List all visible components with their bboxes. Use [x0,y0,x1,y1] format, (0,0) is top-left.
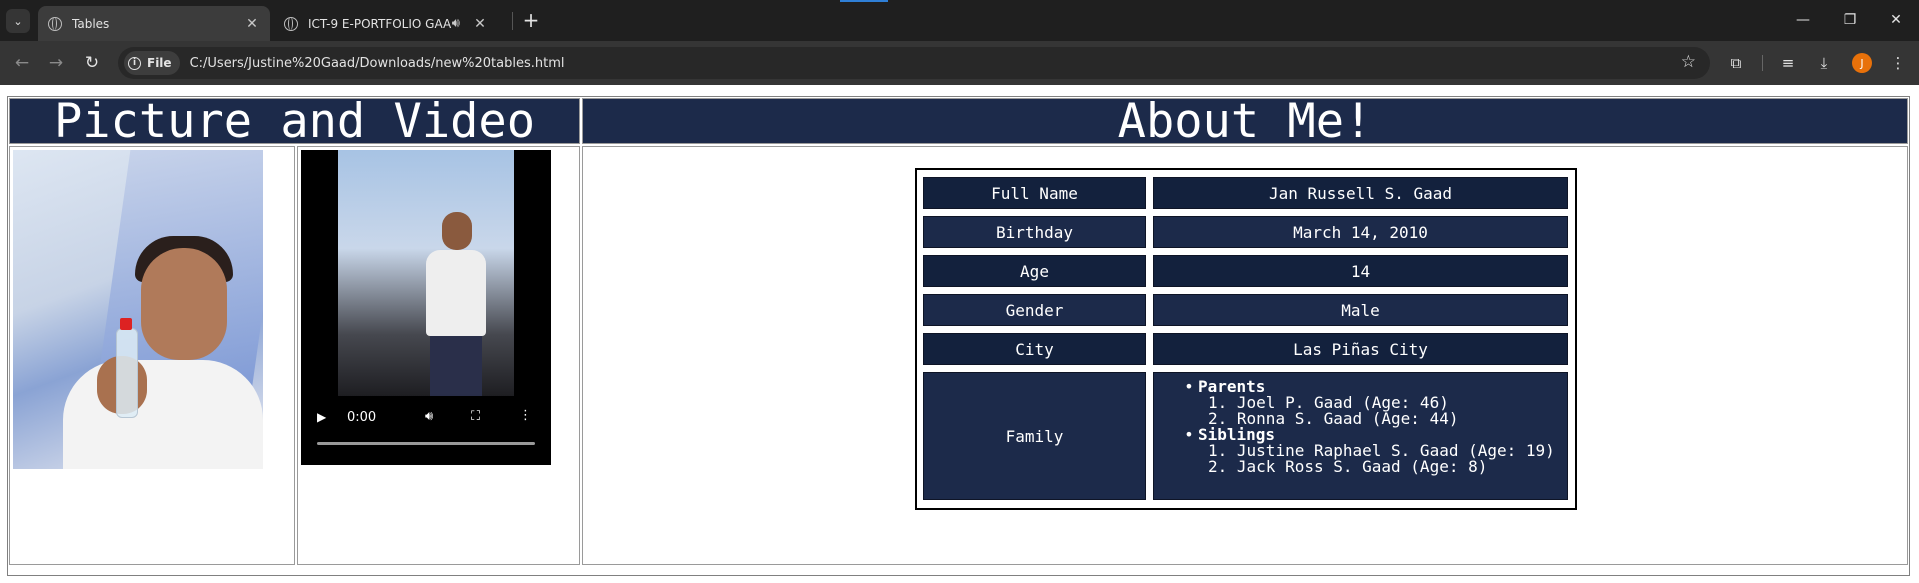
family-list: • Parents 1. Joel P. Gaad (Age: 46) 2. Ro… [1180,379,1555,475]
label-full-name: Full Name [923,177,1146,209]
value-gender: Male [1153,294,1568,326]
download-icon[interactable]: ⤓ [1812,51,1836,75]
tab-tables[interactable]: Tables ✕ [38,6,270,41]
picture-cell [9,146,295,565]
play-icon[interactable]: ▶ [317,410,326,424]
speaker-icon[interactable]: 🔊︎ [452,16,460,31]
reload-button[interactable]: ↻ [80,51,104,75]
address-bar[interactable]: i File C:/Users/Justine%20Gaad/Downloads… [118,47,1710,79]
globe-icon [48,16,62,31]
label-age: Age [923,255,1146,287]
info-icon: i [128,56,141,70]
forward-button[interactable]: → [44,51,68,75]
video-frame [338,150,514,396]
browser-toolbar: ← → ↻ i File C:/Users/Justine%20Gaad/Dow… [0,41,1919,85]
fullscreen-icon[interactable]: ⛶ [471,409,480,424]
site-info-chip[interactable]: i File [124,51,180,75]
bookmark-star-icon[interactable]: ☆ [1681,52,1696,72]
restore-button[interactable]: ❐ [1830,8,1870,32]
video-menu-icon[interactable]: ⋮ [519,408,532,423]
header-picture-video: Picture and Video [9,94,580,149]
media-control-icon[interactable]: ≡ [1776,51,1800,75]
video-progress-bar[interactable] [317,442,535,445]
menu-icon[interactable]: ⋮ [1886,51,1910,75]
video-cell: ▶ 0:00 🔊︎ ⛶ ⋮ [297,146,580,565]
video-time: 0:00 [347,410,377,425]
volume-icon[interactable]: 🔊︎ [425,409,433,424]
globe-icon [284,16,298,31]
page-content: Picture and Video About Me! ▶ 0:00 🔊︎ ⛶ … [0,85,1919,583]
new-tab-button[interactable]: + [520,8,542,32]
tab-title: ICT-9 E-PORTFOLIO GAAD [308,16,452,31]
label-city: City [923,333,1146,365]
back-button[interactable]: ← [10,51,34,75]
value-full-name: Jan Russell S. Gaad [1153,177,1568,209]
tab-search-button[interactable]: ⌄ [6,9,30,33]
video-controls [301,393,551,465]
value-city: Las Piñas City [1153,333,1568,365]
tab-strip: ⌄ Tables ✕ ICT-9 E-PORTFOLIO GAAD 🔊︎ ✕ +… [0,0,1919,41]
label-family: Family [923,372,1146,500]
close-icon[interactable]: ✕ [470,14,490,34]
site-chip-label: File [147,56,172,70]
extensions-icon[interactable]: ⧉ [1724,51,1748,75]
window-close-button[interactable]: ✕ [1876,8,1916,32]
toolbar-separator [1762,55,1763,71]
family-member: Jack Ross S. Gaad (Age: 8) [1236,457,1488,476]
video-player[interactable]: ▶ 0:00 🔊︎ ⛶ ⋮ [301,150,551,465]
profile-photo [13,150,263,469]
tab-divider [512,12,513,30]
minimize-button[interactable]: — [1783,8,1823,32]
close-icon[interactable]: ✕ [242,14,262,34]
label-birthday: Birthday [923,216,1146,248]
url-text[interactable]: C:/Users/Justine%20Gaad/Downloads/new%20… [190,56,565,71]
value-age: 14 [1153,255,1568,287]
window-accent [840,0,888,2]
label-gender: Gender [923,294,1146,326]
list-item: 2. Jack Ross S. Gaad (Age: 8) [1208,457,1488,476]
tab-title: Tables [72,16,110,31]
value-birthday: March 14, 2010 [1153,216,1568,248]
header-about-me: About Me! [582,94,1908,149]
profile-avatar[interactable]: J [1852,53,1872,73]
tab-eportfolio[interactable]: ICT-9 E-PORTFOLIO GAAD 🔊︎ ✕ [274,6,498,41]
